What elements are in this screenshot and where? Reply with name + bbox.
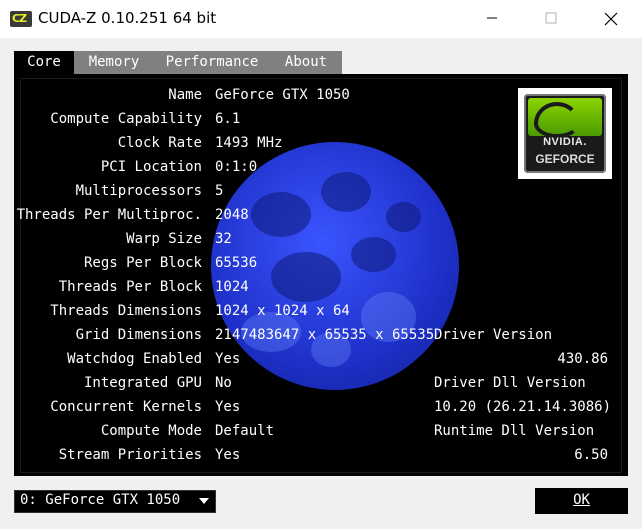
ok-button-label: OK [573, 492, 590, 508]
label-runtime-dll-version: Runtime Dll Version [434, 423, 595, 439]
label-warp-size: Warp Size [126, 231, 202, 247]
label-compute-mode: Compute Mode [100, 423, 202, 439]
value-multiprocessors: 5 [215, 183, 224, 199]
cuda-z-app-icon: CZ [10, 11, 32, 27]
minimize-button[interactable] [469, 6, 515, 32]
logo-text-nvidia: NVIDIA. [543, 136, 587, 148]
label-threads-dimensions: Threads Dimensions [50, 303, 202, 319]
nvidia-geforce-logo: NVIDIA. GEFORCE [518, 88, 612, 179]
label-concurrent-kernels: Concurrent Kernels [50, 399, 202, 415]
value-threads-dimensions: 1024 x 1024 x 64 [215, 303, 350, 319]
label-regs-per-block: Regs Per Block [83, 255, 202, 271]
label-integrated-gpu: Integrated GPU [83, 375, 202, 391]
maximize-button[interactable] [528, 6, 574, 32]
label-watchdog-enabled: Watchdog Enabled [67, 351, 202, 367]
value-clock-rate: 1493 MHz [215, 135, 283, 151]
tab-performance[interactable]: Performance [154, 51, 270, 74]
title-bar: CZ CUDA-Z 0.10.251 64 bit [0, 0, 642, 38]
minimize-icon [487, 17, 497, 19]
value-watchdog-enabled: Yes [215, 351, 241, 367]
tab-memory[interactable]: Memory [74, 51, 154, 74]
label-grid-dimensions: Grid Dimensions [75, 327, 202, 343]
device-select[interactable]: 0: GeForce GTX 1050 [14, 490, 216, 513]
value-warp-size: 32 [215, 231, 232, 247]
ok-button[interactable]: OK [535, 488, 628, 514]
value-compute-mode: Default [215, 423, 275, 439]
tab-core[interactable]: Core [14, 51, 74, 74]
label-driver-dll-version: Driver Dll Version [434, 375, 586, 391]
label-stream-priorities: Stream Priorities [58, 447, 202, 463]
device-select-value: 0: GeForce GTX 1050 [20, 492, 181, 508]
label-compute-capability: Compute Capability [50, 111, 202, 127]
tab-bar: Core Memory Performance About [14, 51, 342, 74]
close-icon [604, 12, 618, 26]
value-integrated-gpu: No [215, 375, 232, 391]
label-threads-per-block: Threads Per Block [58, 279, 202, 295]
value-driver-dll-version: 10.20 (26.21.14.3086) [434, 399, 612, 415]
value-stream-priorities: Yes [215, 447, 241, 463]
value-threads-per-block: 1024 [215, 279, 249, 295]
value-pci-location: 0:1:0 [215, 159, 258, 175]
window-title: CUDA-Z 0.10.251 64 bit [38, 9, 217, 27]
label-driver-version: Driver Version [434, 327, 553, 343]
label-pci-location: PCI Location [100, 159, 202, 175]
value-runtime-dll-version: 6.50 [574, 447, 608, 463]
value-concurrent-kernels: Yes [215, 399, 241, 415]
value-name: GeForce GTX 1050 [215, 87, 350, 103]
label-clock-rate: Clock Rate [117, 135, 202, 151]
label-threads-per-multiproc: Threads Per Multiproc. [16, 207, 202, 223]
value-threads-per-multiproc: 2048 [215, 207, 249, 223]
value-regs-per-block: 65536 [215, 255, 258, 271]
close-button[interactable] [588, 6, 634, 32]
label-name: Name [168, 87, 202, 103]
tab-about[interactable]: About [270, 51, 342, 74]
maximize-icon [545, 12, 557, 24]
value-driver-version: 430.86 [557, 351, 608, 367]
value-grid-dimensions: 2147483647 x 65535 x 65535 [215, 327, 435, 343]
logo-text-geforce: GEFORCE [535, 152, 595, 166]
label-multiprocessors: Multiprocessors [75, 183, 202, 199]
nvidia-eye-icon [528, 98, 602, 138]
value-compute-capability: 6.1 [215, 111, 241, 127]
chevron-down-icon [199, 498, 209, 504]
